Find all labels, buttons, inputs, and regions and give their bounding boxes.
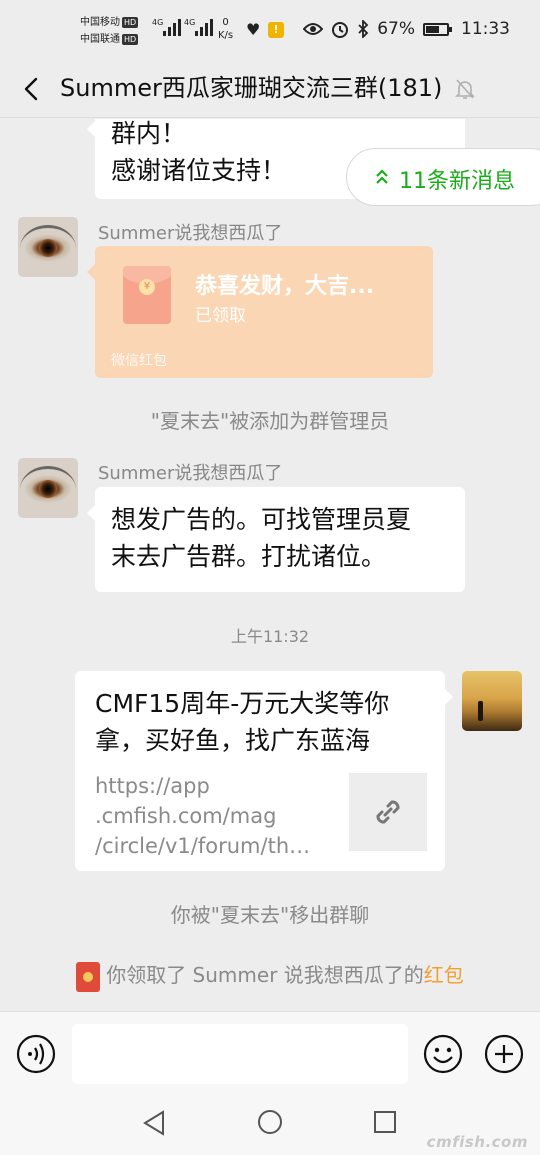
- link-card-message[interactable]: CMF15周年-万元大奖等你拿，买好鱼，找广东蓝海 https://app .c…: [75, 671, 453, 871]
- red-packet-link[interactable]: 红包: [424, 963, 464, 987]
- system-message: 你被"夏末去"移出群聊: [170, 903, 370, 927]
- sender-name: Summer说我想西瓜了: [98, 223, 283, 244]
- battery-percent: 67%: [377, 19, 415, 39]
- sender-name: Summer说我想西瓜了: [98, 463, 283, 484]
- link-card-url: https://app .cmfish.com/mag /circle/v1/f…: [95, 771, 325, 861]
- nav-recent-icon[interactable]: [373, 1110, 397, 1134]
- speed-unit: K/s: [218, 30, 234, 41]
- bluetooth-icon: [358, 20, 369, 38]
- red-packet-title: 恭喜发财，大吉...: [195, 274, 375, 299]
- self-avatar[interactable]: [462, 671, 522, 731]
- red-packet-notice-text: 你领取了 Summer 说我想西瓜了的: [106, 963, 424, 987]
- warning-icon: !: [268, 22, 284, 38]
- signal-icon: [163, 18, 181, 36]
- battery-fill: [426, 25, 439, 33]
- carrier-info: 中国移动 HD 中国联通 HD: [80, 14, 139, 48]
- mute-icon: [455, 79, 475, 99]
- new-messages-label: 11条新消息: [399, 169, 515, 194]
- chat-title[interactable]: Summer西瓜家珊瑚交流三群(181): [60, 72, 442, 104]
- red-packet-notice: 你领取了 Summer 说我想西瓜了的红包: [0, 959, 540, 992]
- message-line: 末去广告群。打扰诸位。: [111, 542, 387, 571]
- carrier-2: 中国联通: [80, 34, 120, 45]
- message-input[interactable]: [72, 1024, 408, 1084]
- red-packet-small-icon: [76, 961, 101, 992]
- link-thumbnail: [349, 773, 427, 851]
- avatar[interactable]: [18, 458, 78, 518]
- carrier-1: 中国移动: [80, 17, 120, 28]
- watermark: cmfish.com: [426, 1133, 528, 1151]
- signal-icon: [195, 18, 213, 36]
- emoji-icon[interactable]: [423, 1034, 463, 1074]
- new-messages-button[interactable]: 11条新消息: [346, 148, 540, 206]
- hd-badge: HD: [122, 17, 139, 28]
- battery-icon: [423, 22, 452, 36]
- red-packet-footer: 微信红包: [111, 353, 167, 369]
- nav-back-icon[interactable]: [141, 1109, 167, 1137]
- link-card-title: CMF15周年-万元大奖等你拿，买好鱼，找广东蓝海: [95, 689, 390, 755]
- double-chevron-up-icon: [376, 169, 388, 184]
- eye-comfort-icon: [303, 23, 324, 35]
- text-message[interactable]: 想发广告的。可找管理员夏 末去广告群。打扰诸位。: [87, 487, 465, 592]
- speed-value: 0: [222, 17, 229, 28]
- nav-home-icon[interactable]: [257, 1109, 283, 1135]
- system-message: "夏末去"被添加为群管理员: [150, 409, 390, 433]
- back-icon[interactable]: [20, 76, 44, 102]
- hd-badge: HD: [122, 34, 139, 45]
- network-type-1: 4G: [152, 18, 164, 27]
- red-packet-message[interactable]: ¥ 恭喜发财，大吉... 已领取 微信红包: [87, 246, 433, 378]
- message-line: 想发广告的。可找管理员夏: [111, 505, 412, 534]
- red-packet-icon: ¥: [123, 266, 171, 324]
- heart-icon: ♥: [246, 20, 261, 39]
- network-speed: 0 K/s: [218, 16, 233, 42]
- alarm-icon: [332, 22, 349, 38]
- voice-icon[interactable]: [16, 1034, 56, 1074]
- status-right: 67% 11:33: [303, 19, 510, 39]
- url-line: https://app: [95, 774, 210, 798]
- chat-header: Summer西瓜家珊瑚交流三群(181): [0, 62, 540, 118]
- status-bar: 中国移动 HD 中国联通 HD 4G 4G 0 K/s ♥ ! 67% 11:33: [0, 0, 540, 62]
- timestamp: 上午11:32: [230, 627, 310, 646]
- input-bar: [0, 1011, 540, 1095]
- link-icon: [376, 800, 400, 824]
- red-packet-status: 已领取: [195, 306, 246, 326]
- message-list[interactable]: 群内！ 感谢诸位支持！ Summer说我想西瓜了 ¥ 恭喜发财，大吉... 已领…: [0, 119, 540, 1011]
- avatar[interactable]: [18, 217, 78, 277]
- clock: 11:33: [461, 19, 510, 39]
- url-line: .cmfish.com/mag: [95, 804, 277, 828]
- system-nav-bar: cmfish.com: [0, 1095, 540, 1155]
- url-line: /circle/v1/forum/th…: [95, 834, 311, 858]
- plus-icon[interactable]: [484, 1034, 524, 1074]
- network-type-2: 4G: [184, 18, 196, 27]
